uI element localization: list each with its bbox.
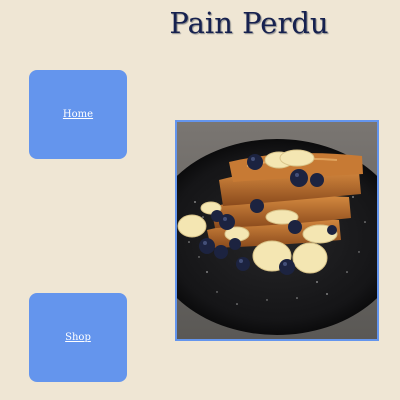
shop-button[interactable]: Shop xyxy=(29,293,127,382)
french-toast-image xyxy=(177,122,377,339)
shop-link[interactable]: Shop xyxy=(65,332,91,343)
page-title: Pain Perdu xyxy=(169,6,329,40)
french-toast-photo xyxy=(175,120,379,341)
home-button[interactable]: Home xyxy=(29,70,127,159)
home-link[interactable]: Home xyxy=(63,109,93,120)
